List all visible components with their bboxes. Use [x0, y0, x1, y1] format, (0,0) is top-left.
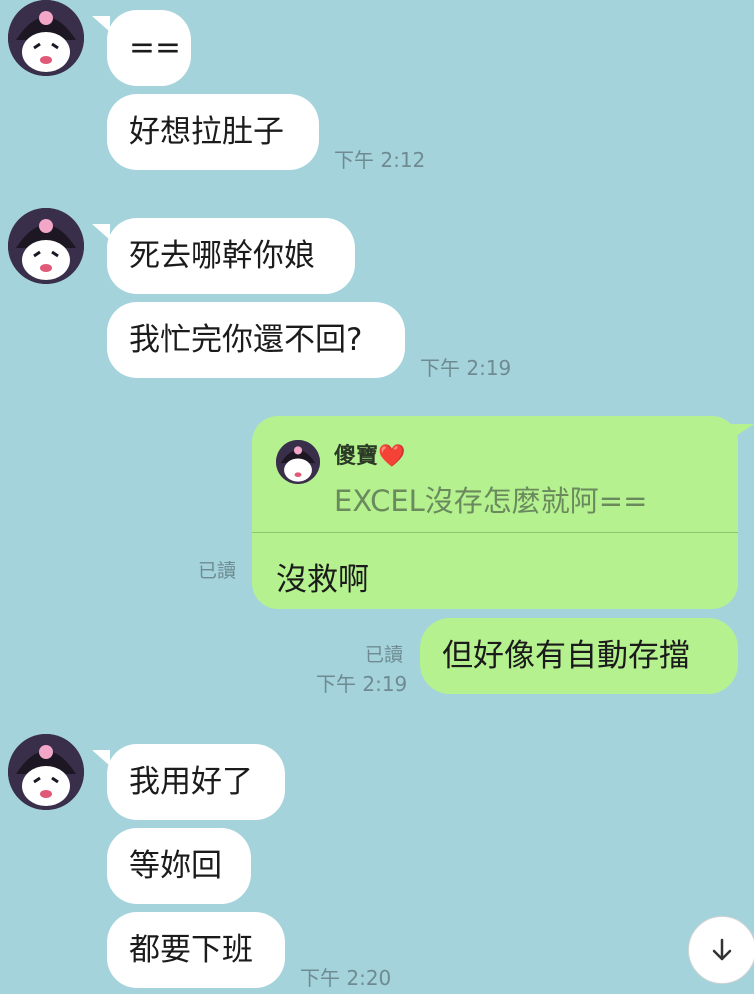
- quoted-sender-label: 傻寶: [334, 444, 379, 469]
- quoted-avatar: [276, 440, 320, 484]
- read-status: 已讀: [365, 644, 404, 666]
- kuromi-avatar-icon: [8, 0, 84, 76]
- quoted-message[interactable]: EXCEL沒存怎麼就阿==: [334, 478, 647, 520]
- quoted-sender-name: 傻寶❤️: [334, 438, 405, 470]
- incoming-message[interactable]: 死去哪幹你娘: [107, 218, 355, 294]
- bubble-tail: [92, 224, 110, 240]
- incoming-message[interactable]: ==: [107, 10, 191, 86]
- incoming-message[interactable]: 等妳回: [107, 828, 251, 904]
- incoming-message[interactable]: 好想拉肚子: [107, 94, 319, 170]
- read-status: 已讀: [198, 560, 237, 582]
- bubble-tail: [730, 424, 754, 440]
- incoming-message[interactable]: 我忙完你還不回?: [107, 302, 405, 378]
- reply-divider: [252, 532, 738, 533]
- message-time: 下午 2:19: [316, 672, 408, 696]
- outgoing-message[interactable]: 但好像有自動存擋: [420, 618, 738, 694]
- kuromi-avatar-icon: [8, 208, 84, 284]
- bubble-tail: [92, 16, 110, 32]
- contact-avatar[interactable]: [8, 208, 84, 284]
- contact-avatar[interactable]: [8, 734, 84, 810]
- message-time: 下午 2:12: [334, 148, 426, 172]
- outgoing-reply-message[interactable]: 傻寶❤️ EXCEL沒存怎麼就阿== 沒救啊: [252, 416, 738, 609]
- kuromi-avatar-icon: [8, 734, 84, 810]
- heart-icon: ❤️: [378, 444, 406, 469]
- message-time: 下午 2:19: [420, 356, 512, 380]
- arrow-down-icon: [712, 938, 732, 961]
- incoming-message[interactable]: 都要下班: [107, 912, 285, 988]
- scroll-to-bottom-button[interactable]: [688, 916, 754, 984]
- kuromi-avatar-icon: [276, 440, 320, 484]
- bubble-tail: [92, 750, 110, 766]
- message-time: 下午 2:20: [300, 966, 392, 990]
- incoming-message[interactable]: 我用好了: [107, 744, 285, 820]
- reply-text: 沒救啊: [276, 562, 369, 598]
- contact-avatar[interactable]: [8, 0, 84, 76]
